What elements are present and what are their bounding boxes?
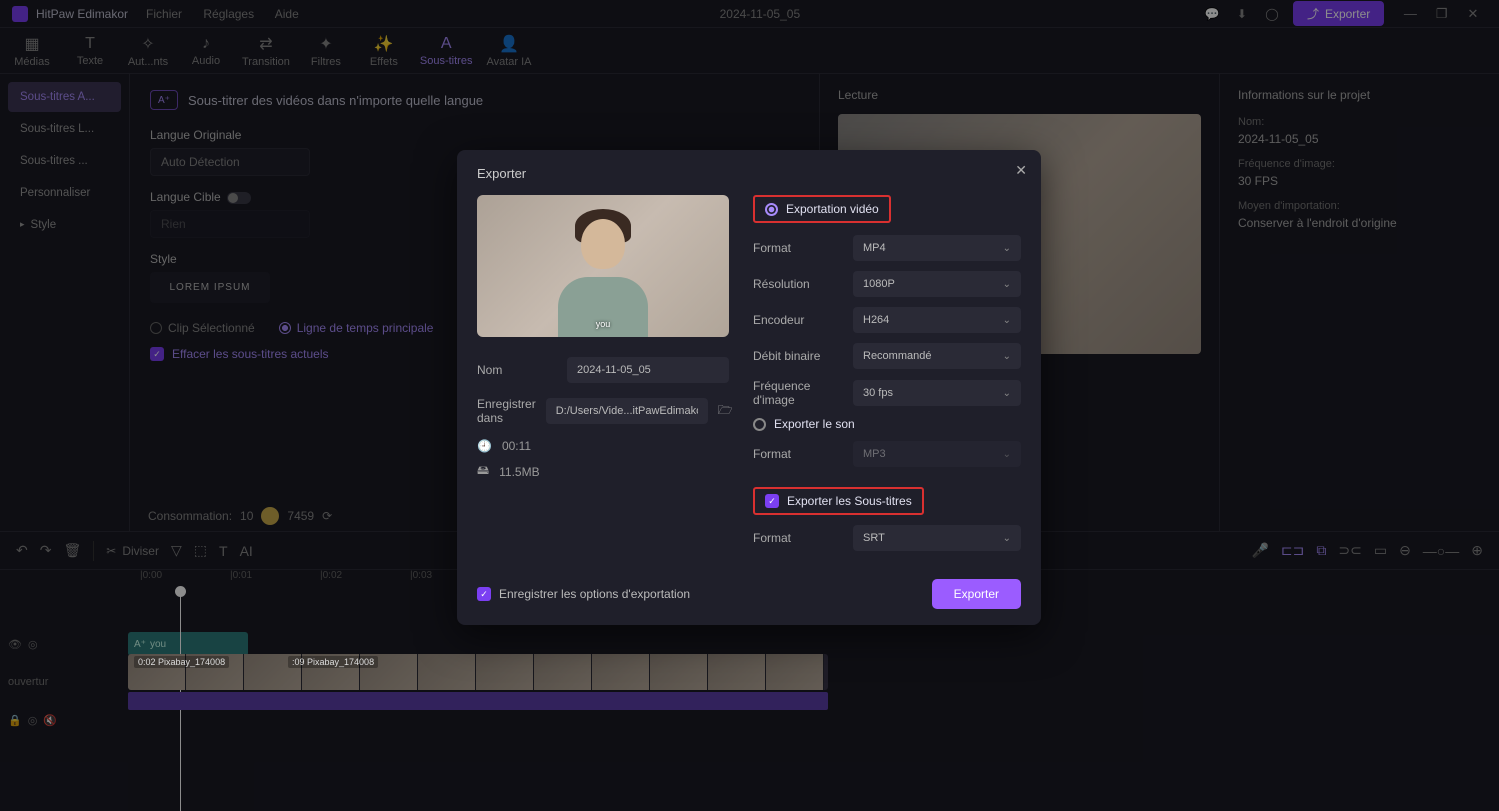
export-video-option[interactable]: Exportation vidéo xyxy=(753,195,891,223)
save-options-checkbox[interactable]: ✓Enregistrer les options d'exportation xyxy=(477,587,690,601)
subtitle-format-select[interactable]: SRT⌄ xyxy=(853,525,1021,551)
chevron-down-icon: ⌄ xyxy=(1003,243,1011,254)
format-select[interactable]: MP4⌄ xyxy=(853,235,1021,261)
export-name-input[interactable] xyxy=(567,357,729,383)
export-size: 11.5MB xyxy=(499,465,539,479)
resolution-select[interactable]: 1080P⌄ xyxy=(853,271,1021,297)
fps-select[interactable]: 30 fps⌄ xyxy=(853,380,1021,406)
audio-format-select: MP3⌄ xyxy=(853,441,1021,467)
checkbox-checked-icon: ✓ xyxy=(765,494,779,508)
export-subtitles-option[interactable]: ✓ Exporter les Sous-titres xyxy=(753,487,924,515)
export-audio-option[interactable]: Exporter le son xyxy=(753,417,1021,431)
export-duration: 00:11 xyxy=(502,439,531,453)
radio-unchecked-icon xyxy=(753,418,766,431)
radio-checked-icon xyxy=(765,203,778,216)
modal-title: Exporter xyxy=(477,166,1021,181)
clock-icon: 🕘 xyxy=(477,439,492,453)
folder-icon[interactable]: 🗁 xyxy=(718,401,733,422)
export-path-input[interactable] xyxy=(546,398,708,424)
modal-close-button[interactable]: ✕ xyxy=(1015,162,1027,179)
export-dialog: Exporter ✕ you Nom Enregistrer dans 🗁 🕘0… xyxy=(457,150,1041,625)
export-confirm-button[interactable]: Exporter xyxy=(932,579,1021,609)
bitrate-select[interactable]: Recommandé⌄ xyxy=(853,343,1021,369)
encoder-select[interactable]: H264⌄ xyxy=(853,307,1021,333)
disk-icon: 🖴 xyxy=(477,461,489,482)
export-preview: you xyxy=(477,195,729,337)
